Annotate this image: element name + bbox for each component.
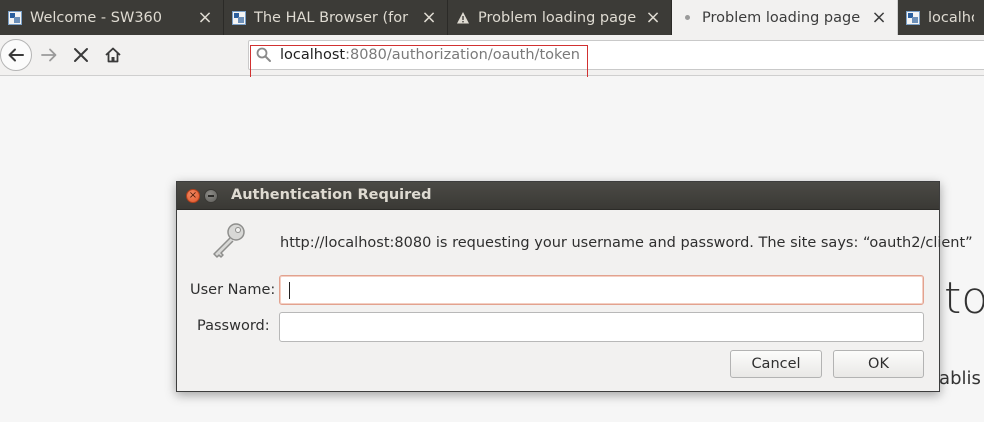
page-heading-fragment: to [944,273,984,324]
tab-hal-browser[interactable]: The HAL Browser (for Sp × [224,0,448,35]
close-icon[interactable]: × [197,8,213,26]
site-icon [8,10,22,25]
close-icon[interactable]: × [645,8,661,26]
forward-button[interactable] [38,44,60,66]
arrow-left-icon [8,48,24,62]
loading-dot-icon [680,11,694,25]
url-path: :8080/authorization/oauth/token [345,47,580,63]
url-text[interactable]: localhost:8080/authorization/oauth/token [280,47,580,63]
site-icon [906,10,920,25]
tab-problem-loading-active[interactable]: Problem loading page × [672,0,898,35]
tab-title: localhos [928,9,974,26]
password-input[interactable] [279,312,924,342]
username-input[interactable] [279,275,924,305]
home-icon [105,47,121,63]
cancel-button[interactable]: Cancel [730,350,822,378]
stop-button[interactable] [70,44,92,66]
close-icon[interactable]: × [871,8,887,26]
username-label: User Name: [190,282,276,298]
text-caret [289,282,290,299]
tab-title: The HAL Browser (for Sp [254,9,413,26]
tab-title: Problem loading page [702,9,861,26]
tab-title: Problem loading page [478,9,637,26]
stop-icon [74,48,88,62]
close-icon[interactable]: × [186,189,200,203]
key-icon [213,223,245,258]
search-icon [256,47,271,62]
tab-title: Welcome - SW360 [30,9,162,26]
back-button[interactable] [0,39,32,71]
dialog-message: http://localhost:8080 is requesting your… [280,235,973,251]
ok-button[interactable]: OK [833,350,924,378]
dialog-titlebar[interactable]: × Authentication Required [177,182,939,210]
dialog-title: Authentication Required [231,187,432,203]
arrow-right-icon [41,48,57,62]
tab-problem-loading-1[interactable]: Problem loading page × [448,0,672,35]
tab-welcome-sw360[interactable]: Welcome - SW360 × [0,0,224,35]
minimize-icon[interactable] [204,189,218,203]
navigation-toolbar: localhost:8080/authorization/oauth/token [0,35,984,76]
close-icon[interactable]: × [421,8,437,26]
authentication-dialog: × Authentication Required http://localho… [176,181,973,392]
url-bar[interactable]: localhost:8080/authorization/oauth/token [248,40,984,70]
url-host: localhost [280,47,346,63]
site-icon [232,10,246,25]
password-label: Password: [197,318,270,334]
warning-icon [456,11,470,25]
home-button[interactable] [102,44,124,66]
tab-strip: Welcome - SW360 × The HAL Browser (for S… [0,0,984,35]
tab-localhost[interactable]: localhos [898,0,984,35]
